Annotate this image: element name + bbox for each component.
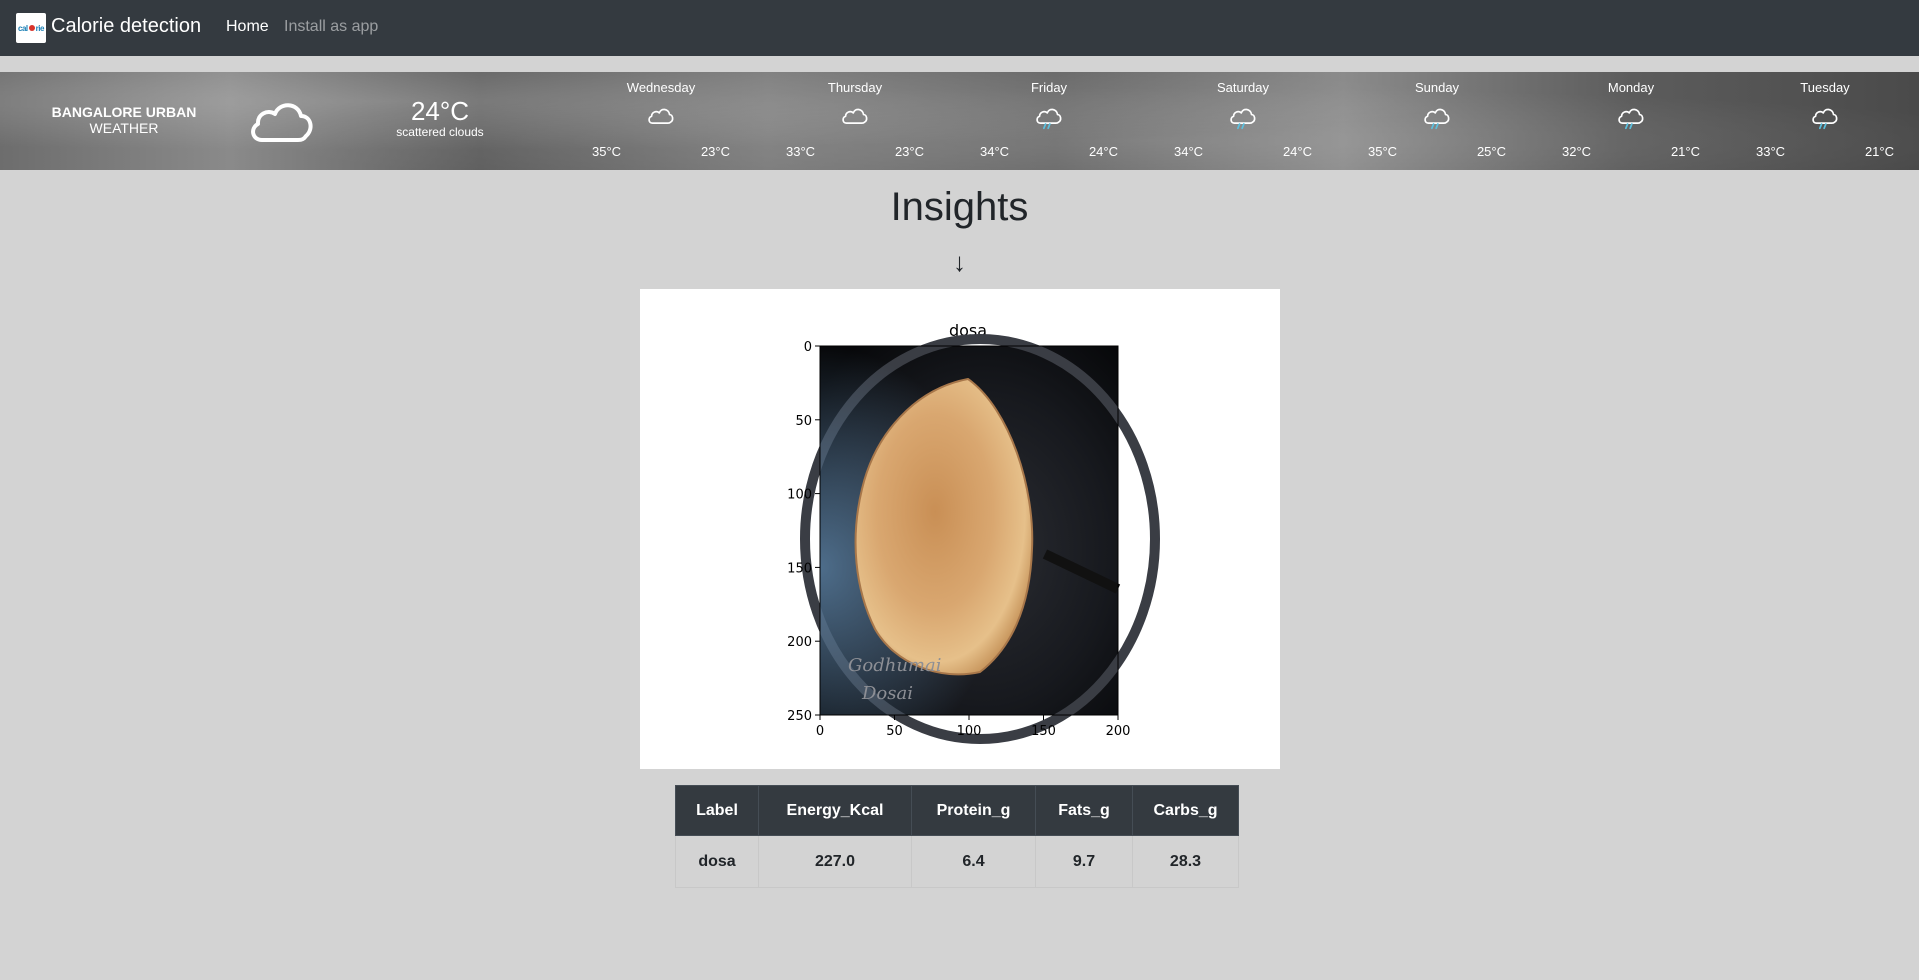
- forecast-low: 24°C: [1282, 144, 1312, 159]
- rain-cloud-icon: [1618, 108, 1644, 130]
- y-tick-label: 100: [787, 488, 812, 503]
- x-tick-label: 100: [957, 724, 982, 739]
- forecast-day: Saturday 34°C 24°C: [1146, 72, 1340, 170]
- current-description: scattered clouds: [396, 125, 484, 139]
- forecast-low: 21°C: [1670, 144, 1700, 159]
- header-energy: Energy_Kcal: [758, 785, 912, 836]
- image-plot: dosa Godhumai Dosai 0 50 100 150 20005010015…: [787, 321, 1160, 744]
- forecast-high: 33°C: [786, 144, 816, 159]
- cell-fats: 9.7: [1035, 835, 1133, 888]
- forecast-high: 35°C: [592, 144, 622, 159]
- rain-cloud-icon: [1036, 108, 1062, 130]
- header-fats: Fats_g: [1035, 785, 1133, 836]
- nutrition-table: Label Energy_Kcal Protein_g Fats_g Carbs…: [675, 785, 1239, 888]
- photo-watermark-line-2: Dosai: [861, 683, 913, 704]
- brand-logo[interactable]: cal rie: [16, 13, 46, 43]
- cloud-icon: [251, 103, 313, 142]
- header-protein: Protein_g: [911, 785, 1036, 836]
- x-tick-label: 50: [886, 724, 903, 739]
- rain-cloud-icon: [1812, 108, 1838, 130]
- forecast-low: 25°C: [1476, 144, 1506, 159]
- weather-location: BANGALORE URBAN WEATHER: [30, 104, 218, 136]
- forecast-day-name: Sunday: [1414, 80, 1460, 95]
- forecast-day: Friday 34°C 24°C: [952, 72, 1146, 170]
- x-tick-label: 0: [816, 724, 824, 739]
- weather-city: BANGALORE URBAN: [51, 104, 197, 120]
- forecast-low: 21°C: [1864, 144, 1894, 159]
- forecast-low: 23°C: [894, 144, 924, 159]
- forecast-high: 32°C: [1562, 144, 1592, 159]
- cloud-icon: [842, 108, 868, 124]
- y-tick-label: 0: [804, 340, 812, 355]
- header-label: Label: [675, 785, 759, 836]
- forecast-high: 34°C: [980, 144, 1010, 159]
- forecast-day-name: Friday: [1030, 80, 1068, 95]
- forecast-day: Monday 32°C 21°C: [1534, 72, 1728, 170]
- page-title: Insights: [890, 185, 1029, 229]
- header-carbs: Carbs_g: [1132, 785, 1239, 836]
- table-row: dosa 227.0 6.4 9.7 28.3: [675, 835, 1239, 888]
- forecast-day-name: Wednesday: [626, 80, 696, 95]
- photo-watermark-line-1: Godhumai: [848, 655, 941, 676]
- prediction-plot: dosa Godhumai Dosai 0 50 100 150 200 0 50 100 15…: [640, 289, 1280, 769]
- brand-title[interactable]: Calorie detection: [51, 15, 201, 38]
- forecast-day: Wednesday 35°C 23°C: [564, 72, 758, 170]
- forecast-day-name: Saturday: [1216, 80, 1270, 95]
- cell-label: dosa: [675, 835, 759, 888]
- y-tick-label: 150: [787, 561, 812, 576]
- weather-label: WEATHER: [89, 120, 159, 136]
- forecast-day-name: Monday: [1607, 80, 1655, 95]
- cell-protein: 6.4: [911, 835, 1036, 888]
- forecast-day-name: Thursday: [827, 80, 883, 95]
- navbar: cal rie Calorie detection Home Install as…: [0, 0, 1919, 56]
- y-tick-label: 250: [787, 709, 812, 724]
- cell-carbs: 28.3: [1132, 835, 1239, 888]
- table-header-row: Label Energy_Kcal Protein_g Fats_g Carbs…: [675, 785, 1239, 836]
- forecast-day: Tuesday 33°C 21°C: [1728, 72, 1919, 170]
- forecast-high: 35°C: [1368, 144, 1398, 159]
- x-tick-label: 200: [1106, 724, 1131, 739]
- forecast-low: 23°C: [700, 144, 730, 159]
- rain-cloud-icon: [1230, 108, 1256, 130]
- forecast-day-name: Tuesday: [1800, 80, 1850, 95]
- y-tick-label: 200: [787, 635, 812, 650]
- forecast-day: Sunday 35°C 25°C: [1340, 72, 1534, 170]
- x-tick-label: 150: [1031, 724, 1056, 739]
- weather-widget: BANGALORE URBAN WEATHER 24°C scattered c…: [0, 72, 1919, 170]
- forecast-high: 34°C: [1174, 144, 1204, 159]
- nav-home-link[interactable]: Home: [226, 18, 269, 36]
- cell-energy: 227.0: [758, 835, 912, 888]
- nav-install-link[interactable]: Install as app: [284, 18, 378, 36]
- down-arrow-icon: ↓: [953, 247, 966, 277]
- current-temp: 24°C: [410, 96, 470, 126]
- cloud-icon: [648, 108, 674, 124]
- current-weather: 24°C scattered clouds: [380, 97, 500, 139]
- rain-cloud-icon: [1424, 108, 1450, 130]
- y-tick-label: 50: [795, 414, 812, 429]
- forecast-day: Thursday 33°C 23°C: [758, 72, 952, 170]
- forecast-low: 24°C: [1088, 144, 1118, 159]
- forecast-high: 33°C: [1756, 144, 1786, 159]
